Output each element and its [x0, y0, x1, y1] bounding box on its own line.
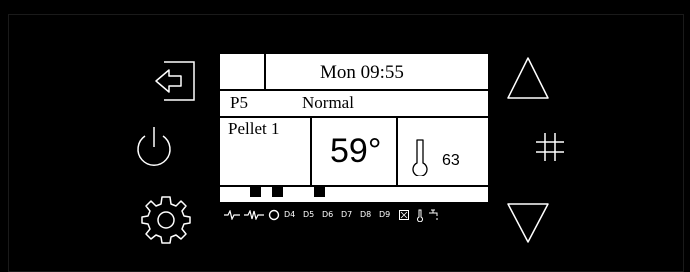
exit-button[interactable]	[154, 60, 196, 102]
lcd-divider	[220, 116, 488, 118]
circle-icon	[268, 209, 280, 221]
up-button[interactable]	[506, 56, 550, 100]
hourglass-icon	[399, 210, 409, 220]
program-code: P5	[230, 93, 248, 112]
day-time: Mon 09:55	[320, 62, 404, 83]
exit-icon	[155, 61, 195, 101]
operating-mode: Normal	[302, 93, 354, 112]
d4-label: D4	[284, 210, 296, 219]
pump-icon	[224, 210, 240, 220]
d9-label: D9	[379, 210, 391, 219]
lcd-divider	[396, 117, 398, 186]
output-indicator	[314, 187, 325, 197]
temperature: 59°	[330, 132, 382, 170]
thermometer-small-icon	[417, 209, 423, 222]
lcd-screen: Mon 09:55 P5 Normal Pellet 1 59° 63	[220, 54, 488, 202]
d5-label: D5	[303, 210, 315, 219]
output-indicator	[250, 187, 261, 197]
power-icon	[137, 127, 171, 166]
lcd-divider	[220, 89, 488, 91]
lcd-divider	[310, 117, 312, 186]
fan-icon	[244, 210, 264, 220]
lcd-divider	[264, 54, 266, 90]
d7-label: D7	[341, 210, 353, 219]
settings-gear-icon	[141, 196, 191, 244]
down-button[interactable]	[506, 200, 550, 244]
up-arrow-icon	[507, 57, 549, 99]
hash-button[interactable]	[534, 131, 566, 163]
down-arrow-icon	[507, 203, 549, 243]
d6-label: D6	[322, 210, 334, 219]
hash-icon	[536, 133, 564, 161]
d8-label: D8	[360, 210, 372, 219]
tap-icon	[429, 209, 438, 220]
power-button[interactable]	[132, 125, 176, 171]
fuel-type: Pellet 1	[228, 119, 280, 138]
probe-value: 63	[442, 152, 460, 169]
output-indicator	[272, 187, 283, 197]
thermometer-icon	[412, 139, 428, 176]
status-bar: D4 D5 D6 D7 D8 D9	[224, 208, 514, 222]
settings-button[interactable]	[141, 194, 191, 244]
